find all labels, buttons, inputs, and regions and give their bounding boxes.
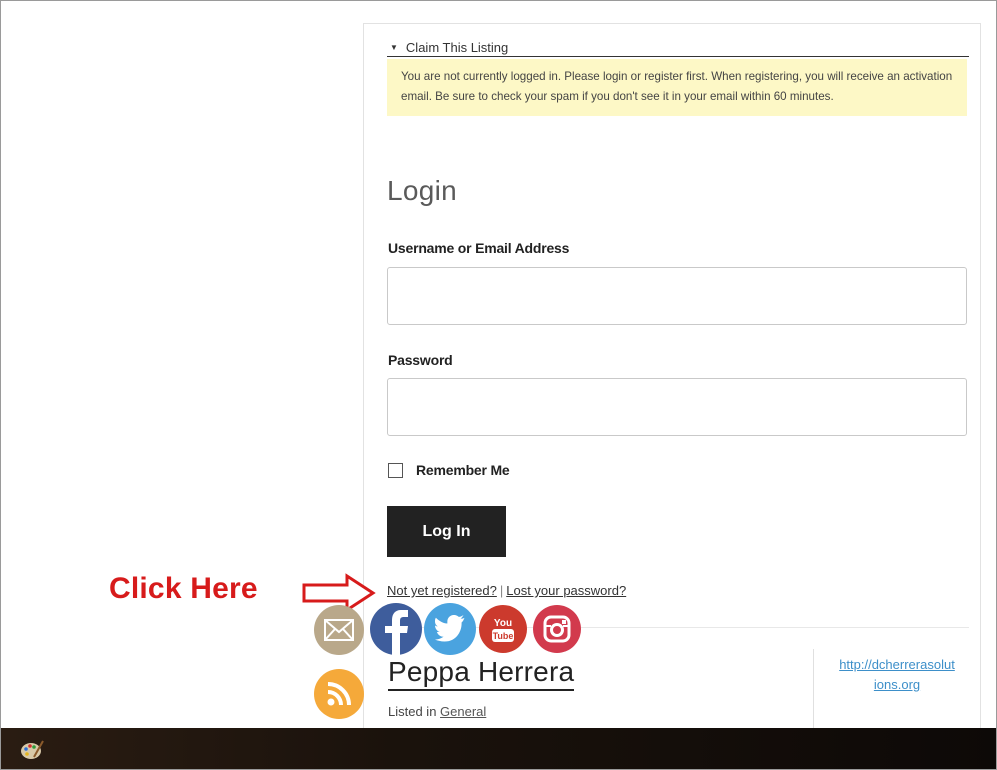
register-link[interactable]: Not yet registered? bbox=[387, 583, 497, 598]
listing-name[interactable]: Peppa Herrera bbox=[388, 655, 575, 691]
remember-me-label: Remember Me bbox=[416, 462, 510, 478]
lost-password-link[interactable]: Lost your password? bbox=[506, 583, 626, 598]
claim-listing-title: Claim This Listing bbox=[405, 40, 509, 55]
username-input[interactable] bbox=[387, 267, 967, 325]
login-heading: Login bbox=[387, 175, 458, 206]
column-divider bbox=[813, 649, 814, 729]
youtube-icon[interactable]: You Tube bbox=[479, 605, 527, 653]
remember-me-checkbox[interactable] bbox=[388, 462, 403, 478]
password-label: Password bbox=[388, 352, 453, 368]
rss-icon[interactable] bbox=[314, 669, 364, 719]
svg-text:You: You bbox=[494, 618, 512, 629]
link-separator: | bbox=[499, 583, 504, 598]
login-notice: You are not currently logged in. Please … bbox=[387, 59, 967, 116]
email-icon[interactable] bbox=[314, 605, 364, 655]
claim-listing-toggle[interactable]: ▼ Claim This Listing bbox=[387, 39, 969, 57]
click-here-annotation: Click Here bbox=[109, 572, 258, 605]
facebook-icon[interactable] bbox=[370, 603, 422, 655]
remember-me-row: Remember Me bbox=[388, 462, 510, 478]
website-link-line2: ions.org bbox=[873, 677, 921, 692]
username-label: Username or Email Address bbox=[388, 240, 570, 256]
instagram-icon[interactable] bbox=[533, 605, 581, 653]
listed-in: Listed in General bbox=[388, 704, 486, 719]
twitter-icon[interactable] bbox=[424, 603, 476, 655]
website-link-line1: http://dcherrerasolut bbox=[839, 657, 955, 672]
website-link[interactable]: http://dcherrerasolut ions.org bbox=[823, 655, 971, 695]
triangle-down-icon: ▼ bbox=[390, 43, 398, 52]
browser-viewport: ▼ Claim This Listing You are not current… bbox=[0, 0, 997, 770]
account-links: Not yet registered? | Lost your password? bbox=[387, 583, 626, 598]
category-link[interactable]: General bbox=[440, 704, 486, 719]
svg-text:Tube: Tube bbox=[493, 631, 514, 641]
password-input[interactable] bbox=[387, 378, 967, 436]
log-in-button[interactable]: Log In bbox=[387, 506, 506, 557]
paint-palette-icon[interactable] bbox=[20, 739, 44, 761]
taskbar bbox=[1, 728, 996, 769]
listed-in-label: Listed in bbox=[388, 704, 437, 719]
